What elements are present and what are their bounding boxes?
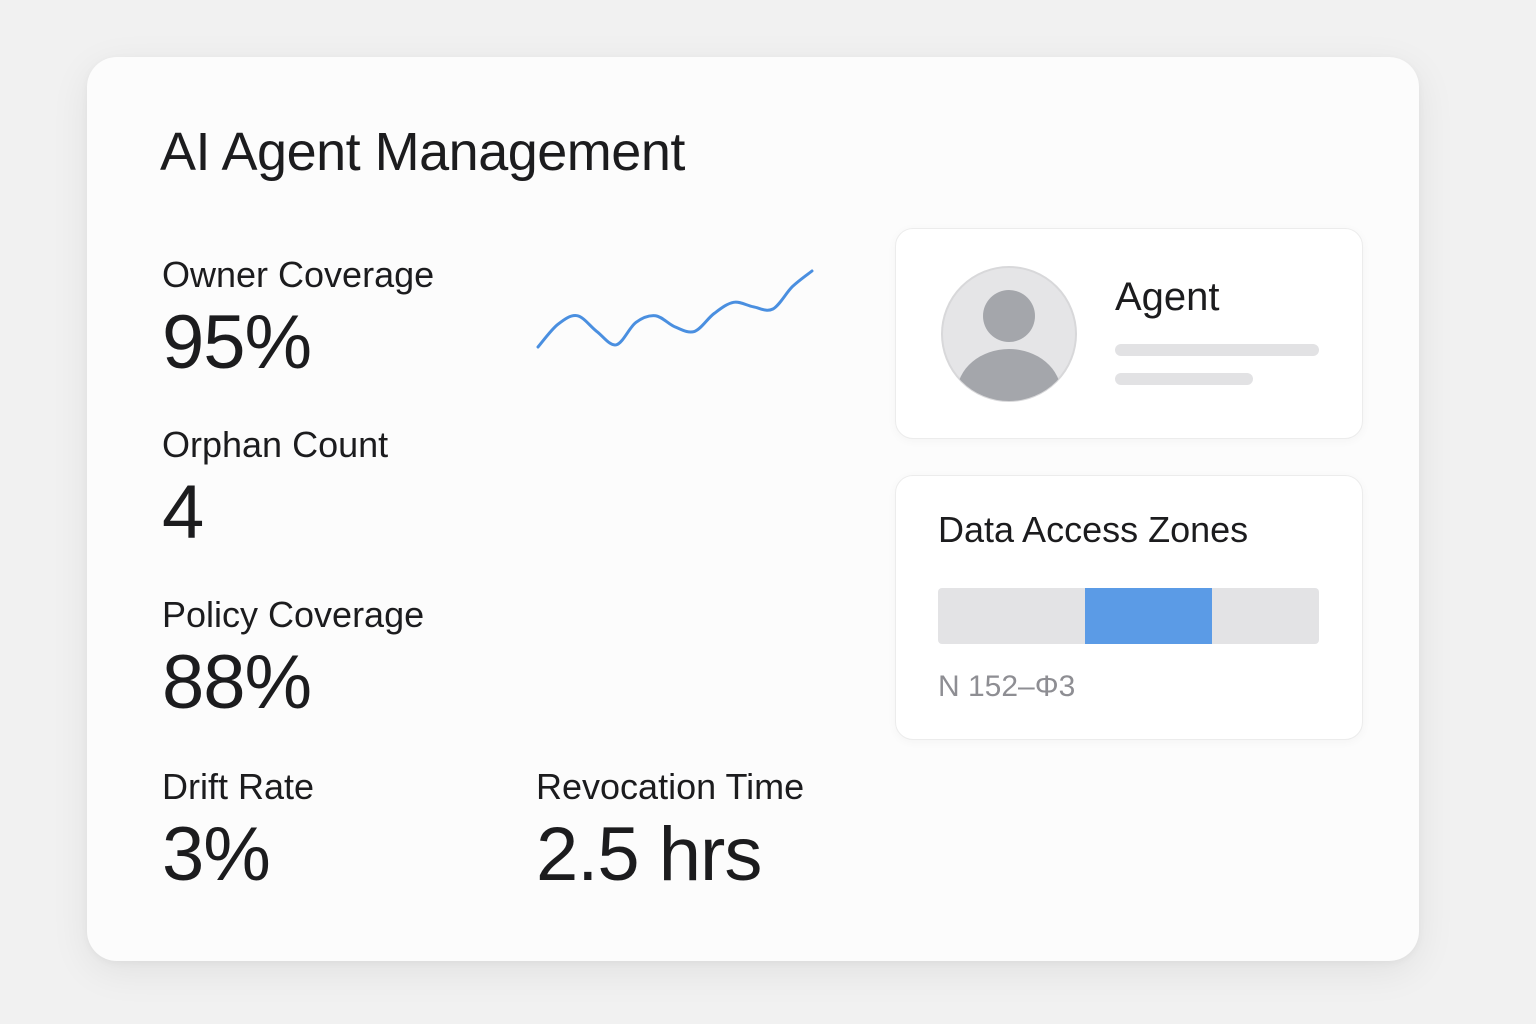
agent-card[interactable]: Agent <box>895 228 1363 439</box>
metric-value: 95% <box>162 299 312 385</box>
metric-value: 2.5 hrs <box>536 811 762 897</box>
dashboard-card: AI Agent Management Owner Coverage 95% O… <box>87 57 1419 961</box>
data-access-zones-card: Data Access Zones N 152–Φ3 <box>895 475 1363 740</box>
metric-label: Orphan Count <box>162 424 389 465</box>
zone-range-segment <box>1084 588 1213 644</box>
metric-value: 3% <box>162 811 271 897</box>
metric-label: Revocation Time <box>536 766 805 807</box>
agent-name: Agent <box>1115 275 1220 319</box>
placeholder-line <box>1115 344 1319 356</box>
page-title: AI Agent Management <box>160 122 685 182</box>
zone-range-bar <box>938 588 1319 644</box>
placeholder-line <box>1115 373 1253 385</box>
metric-value: 88% <box>162 639 312 725</box>
metric-owner-coverage: Owner Coverage 95% <box>162 255 434 384</box>
metric-value: 4 <box>162 469 204 555</box>
user-avatar-icon <box>941 266 1077 402</box>
data-access-zones-caption: N 152–Φ3 <box>938 670 1076 703</box>
metric-policy-coverage: Policy Coverage 88% <box>162 595 424 724</box>
metric-drift-rate: Drift Rate 3% <box>162 767 314 896</box>
metric-revocation-time: Revocation Time 2.5 hrs <box>536 767 804 896</box>
metric-orphan-count: Orphan Count 4 <box>162 425 388 554</box>
metric-label: Policy Coverage <box>162 594 425 635</box>
sparkline-line <box>536 269 814 349</box>
metric-label: Owner Coverage <box>162 254 435 295</box>
data-access-zones-title: Data Access Zones <box>938 509 1249 550</box>
owner-coverage-trend-sparkline <box>536 269 814 349</box>
metric-label: Drift Rate <box>162 766 315 807</box>
